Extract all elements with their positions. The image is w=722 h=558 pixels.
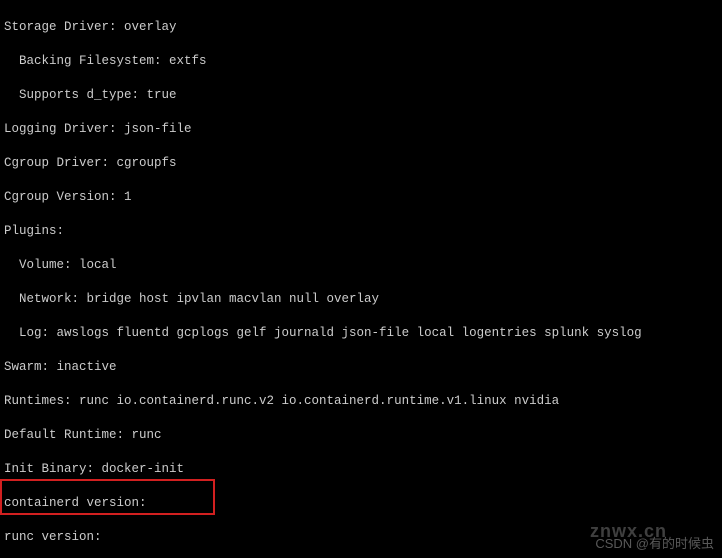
- info-plugin-volume: Volume: local: [4, 257, 718, 274]
- info-supports-dtype: Supports d_type: true: [4, 87, 718, 104]
- info-cgroup-version: Cgroup Version: 1: [4, 189, 718, 206]
- info-backing-filesystem: Backing Filesystem: extfs: [4, 53, 718, 70]
- info-plugin-network: Network: bridge host ipvlan macvlan null…: [4, 291, 718, 308]
- info-runtimes: Runtimes: runc io.containerd.runc.v2 io.…: [4, 393, 718, 410]
- info-plugins-header: Plugins:: [4, 223, 718, 240]
- terminal-output: Storage Driver: overlay Backing Filesyst…: [0, 0, 722, 558]
- info-init-binary: Init Binary: docker-init: [4, 461, 718, 478]
- info-storage-driver: Storage Driver: overlay: [4, 19, 718, 36]
- info-swarm: Swarm: inactive: [4, 359, 718, 376]
- info-default-runtime: Default Runtime: runc: [4, 427, 718, 444]
- info-logging-driver: Logging Driver: json-file: [4, 121, 718, 138]
- info-containerd-version: containerd version:: [4, 495, 718, 512]
- info-plugin-log: Log: awslogs fluentd gcplogs gelf journa…: [4, 325, 718, 342]
- info-runc-version: runc version:: [4, 529, 718, 546]
- info-cgroup-driver: Cgroup Driver: cgroupfs: [4, 155, 718, 172]
